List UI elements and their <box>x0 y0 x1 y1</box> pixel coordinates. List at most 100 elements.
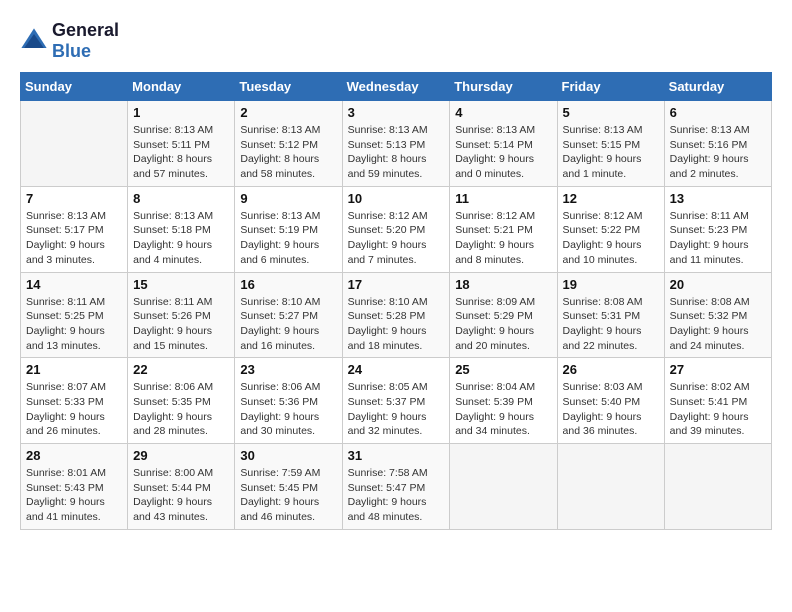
calendar-table: SundayMondayTuesdayWednesdayThursdayFrid… <box>20 72 772 530</box>
day-number: 19 <box>563 277 659 292</box>
day-number: 2 <box>240 105 336 120</box>
calendar-cell: 16Sunrise: 8:10 AM Sunset: 5:27 PM Dayli… <box>235 272 342 358</box>
calendar-cell: 25 Sunrise: 8:04 AM Sunset: 5:39 PM Dayli… <box>450 358 557 444</box>
day-number: 13 <box>670 191 766 206</box>
calendar-week-row: 28 Sunrise: 8:01 AM Sunset: 5:43 PM Dayli… <box>21 444 772 530</box>
day-number: 14 <box>26 277 122 292</box>
calendar-cell <box>450 444 557 530</box>
calendar-cell: 5 Sunrise: 8:13 AM Sunset: 5:15 PM Daylig… <box>557 101 664 187</box>
calendar-cell: 7 Sunrise: 8:13 AM Sunset: 5:17 PM Daylig… <box>21 186 128 272</box>
calendar-cell: 10 Sunrise: 8:12 AM Sunset: 5:20 PM Dayli… <box>342 186 450 272</box>
day-info: Sunrise: 8:06 AM Sunset: 5:36 PM Dayligh… <box>240 380 336 439</box>
day-info: Sunrise: 8:08 AM Sunset: 5:31 PM Dayligh… <box>563 295 659 354</box>
header-tuesday: Tuesday <box>235 73 342 101</box>
day-number: 23 <box>240 362 336 377</box>
day-number: 27 <box>670 362 766 377</box>
logo-text: General Blue <box>52 20 119 62</box>
day-number: 1 <box>133 105 229 120</box>
day-number: 5 <box>563 105 659 120</box>
day-info: Sunrise: 7:58 AM Sunset: 5:47 PM Dayligh… <box>348 466 445 525</box>
calendar-week-row: 21Sunrise: 8:07 AM Sunset: 5:33 PM Dayli… <box>21 358 772 444</box>
calendar-cell: 22 Sunrise: 8:06 AM Sunset: 5:35 PM Dayli… <box>128 358 235 444</box>
calendar-cell: 6 Sunrise: 8:13 AM Sunset: 5:16 PM Daylig… <box>664 101 771 187</box>
calendar-cell: 14 Sunrise: 8:11 AM Sunset: 5:25 PM Dayli… <box>21 272 128 358</box>
logo: General Blue <box>20 20 119 62</box>
calendar-cell: 29Sunrise: 8:00 AM Sunset: 5:44 PM Dayli… <box>128 444 235 530</box>
calendar-cell: 13 Sunrise: 8:11 AM Sunset: 5:23 PM Dayli… <box>664 186 771 272</box>
day-number: 6 <box>670 105 766 120</box>
day-number: 10 <box>348 191 445 206</box>
calendar-cell: 24 Sunrise: 8:05 AM Sunset: 5:37 PM Dayli… <box>342 358 450 444</box>
day-info: Sunrise: 8:06 AM Sunset: 5:35 PM Dayligh… <box>133 380 229 439</box>
day-info: Sunrise: 8:11 AM Sunset: 5:26 PM Dayligh… <box>133 295 229 354</box>
logo-icon <box>20 27 48 55</box>
calendar-cell <box>21 101 128 187</box>
day-info: Sunrise: 8:05 AM Sunset: 5:37 PM Dayligh… <box>348 380 445 439</box>
day-info: Sunrise: 8:12 AM Sunset: 5:22 PM Dayligh… <box>563 209 659 268</box>
day-number: 11 <box>455 191 551 206</box>
day-number: 15 <box>133 277 229 292</box>
calendar-cell: 15 Sunrise: 8:11 AM Sunset: 5:26 PM Dayli… <box>128 272 235 358</box>
calendar-cell: 26Sunrise: 8:03 AM Sunset: 5:40 PM Dayli… <box>557 358 664 444</box>
day-info: Sunrise: 8:12 AM Sunset: 5:20 PM Dayligh… <box>348 209 445 268</box>
header: General Blue <box>20 20 772 62</box>
day-info: Sunrise: 8:13 AM Sunset: 5:11 PM Dayligh… <box>133 123 229 182</box>
day-info: Sunrise: 8:13 AM Sunset: 5:18 PM Dayligh… <box>133 209 229 268</box>
calendar-cell: 4Sunrise: 8:13 AM Sunset: 5:14 PM Daylig… <box>450 101 557 187</box>
calendar-week-row: 1 Sunrise: 8:13 AM Sunset: 5:11 PM Daylig… <box>21 101 772 187</box>
day-info: Sunrise: 8:10 AM Sunset: 5:28 PM Dayligh… <box>348 295 445 354</box>
day-info: Sunrise: 7:59 AM Sunset: 5:45 PM Dayligh… <box>240 466 336 525</box>
day-number: 3 <box>348 105 445 120</box>
day-info: Sunrise: 8:04 AM Sunset: 5:39 PM Dayligh… <box>455 380 551 439</box>
calendar-cell <box>664 444 771 530</box>
day-number: 28 <box>26 448 122 463</box>
header-monday: Monday <box>128 73 235 101</box>
calendar-cell <box>557 444 664 530</box>
header-thursday: Thursday <box>450 73 557 101</box>
header-friday: Friday <box>557 73 664 101</box>
calendar-cell: 1 Sunrise: 8:13 AM Sunset: 5:11 PM Daylig… <box>128 101 235 187</box>
calendar-cell: 28 Sunrise: 8:01 AM Sunset: 5:43 PM Dayli… <box>21 444 128 530</box>
day-info: Sunrise: 8:08 AM Sunset: 5:32 PM Dayligh… <box>670 295 766 354</box>
header-saturday: Saturday <box>664 73 771 101</box>
calendar-cell: 8 Sunrise: 8:13 AM Sunset: 5:18 PM Daylig… <box>128 186 235 272</box>
calendar-cell: 30Sunrise: 7:59 AM Sunset: 5:45 PM Dayli… <box>235 444 342 530</box>
day-info: Sunrise: 8:11 AM Sunset: 5:23 PM Dayligh… <box>670 209 766 268</box>
day-info: Sunrise: 8:02 AM Sunset: 5:41 PM Dayligh… <box>670 380 766 439</box>
calendar-week-row: 14 Sunrise: 8:11 AM Sunset: 5:25 PM Dayli… <box>21 272 772 358</box>
day-number: 22 <box>133 362 229 377</box>
day-info: Sunrise: 8:13 AM Sunset: 5:17 PM Dayligh… <box>26 209 122 268</box>
header-wednesday: Wednesday <box>342 73 450 101</box>
day-number: 26 <box>563 362 659 377</box>
header-sunday: Sunday <box>21 73 128 101</box>
day-number: 4 <box>455 105 551 120</box>
calendar-cell: 20 Sunrise: 8:08 AM Sunset: 5:32 PM Dayli… <box>664 272 771 358</box>
day-number: 31 <box>348 448 445 463</box>
day-number: 18 <box>455 277 551 292</box>
calendar-cell: 11 Sunrise: 8:12 AM Sunset: 5:21 PM Dayli… <box>450 186 557 272</box>
day-info: Sunrise: 8:09 AM Sunset: 5:29 PM Dayligh… <box>455 295 551 354</box>
calendar-cell: 9Sunrise: 8:13 AM Sunset: 5:19 PM Daylig… <box>235 186 342 272</box>
day-info: Sunrise: 8:01 AM Sunset: 5:43 PM Dayligh… <box>26 466 122 525</box>
day-info: Sunrise: 8:13 AM Sunset: 5:19 PM Dayligh… <box>240 209 336 268</box>
day-number: 25 <box>455 362 551 377</box>
calendar-cell: 12Sunrise: 8:12 AM Sunset: 5:22 PM Dayli… <box>557 186 664 272</box>
day-info: Sunrise: 8:13 AM Sunset: 5:13 PM Dayligh… <box>348 123 445 182</box>
calendar-cell: 31 Sunrise: 7:58 AM Sunset: 5:47 PM Dayli… <box>342 444 450 530</box>
day-info: Sunrise: 8:00 AM Sunset: 5:44 PM Dayligh… <box>133 466 229 525</box>
calendar-cell: 23 Sunrise: 8:06 AM Sunset: 5:36 PM Dayli… <box>235 358 342 444</box>
day-number: 8 <box>133 191 229 206</box>
day-info: Sunrise: 8:11 AM Sunset: 5:25 PM Dayligh… <box>26 295 122 354</box>
day-info: Sunrise: 8:10 AM Sunset: 5:27 PM Dayligh… <box>240 295 336 354</box>
day-info: Sunrise: 8:07 AM Sunset: 5:33 PM Dayligh… <box>26 380 122 439</box>
day-info: Sunrise: 8:12 AM Sunset: 5:21 PM Dayligh… <box>455 209 551 268</box>
calendar-cell: 2Sunrise: 8:13 AM Sunset: 5:12 PM Daylig… <box>235 101 342 187</box>
calendar-cell: 3 Sunrise: 8:13 AM Sunset: 5:13 PM Daylig… <box>342 101 450 187</box>
day-number: 7 <box>26 191 122 206</box>
calendar-cell: 17Sunrise: 8:10 AM Sunset: 5:28 PM Dayli… <box>342 272 450 358</box>
day-info: Sunrise: 8:13 AM Sunset: 5:15 PM Dayligh… <box>563 123 659 182</box>
day-number: 24 <box>348 362 445 377</box>
day-number: 20 <box>670 277 766 292</box>
day-info: Sunrise: 8:13 AM Sunset: 5:16 PM Dayligh… <box>670 123 766 182</box>
calendar-week-row: 7 Sunrise: 8:13 AM Sunset: 5:17 PM Daylig… <box>21 186 772 272</box>
